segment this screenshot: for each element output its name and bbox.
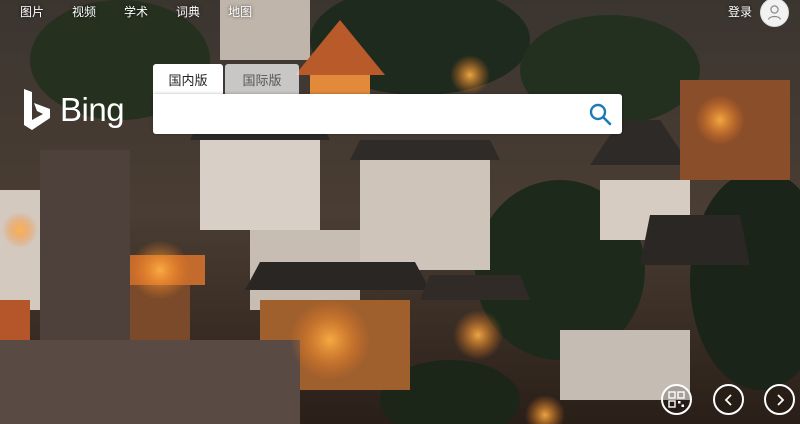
next-image-button[interactable] <box>764 384 795 415</box>
search-box <box>153 94 622 134</box>
user-icon <box>767 5 782 20</box>
search-button[interactable] <box>587 101 613 127</box>
nav-item-images[interactable]: 图片 <box>20 3 44 20</box>
background-image <box>0 0 800 424</box>
avatar[interactable] <box>760 0 789 27</box>
search-icon <box>589 103 612 126</box>
qr-code-icon <box>668 391 685 408</box>
nav-item-maps[interactable]: 地图 <box>228 3 252 20</box>
qr-code-button[interactable] <box>661 384 692 415</box>
chevron-left-icon <box>724 393 732 406</box>
nav-item-videos[interactable]: 视频 <box>72 3 96 20</box>
previous-image-button[interactable] <box>713 384 744 415</box>
tab-international[interactable]: 国际版 <box>225 64 299 94</box>
chevron-right-icon <box>776 393 784 406</box>
login-link[interactable]: 登录 <box>728 3 752 20</box>
bing-b-icon <box>24 89 50 130</box>
top-navigation: 图片 视频 学术 词典 地图 登录 <box>0 0 800 27</box>
nav-item-dictionary[interactable]: 词典 <box>176 3 200 20</box>
tab-domestic[interactable]: 国内版 <box>153 64 223 94</box>
logo-text: Bing <box>60 91 125 128</box>
bing-logo[interactable]: Bing <box>22 89 125 131</box>
nav-item-academic[interactable]: 学术 <box>124 3 148 20</box>
search-input[interactable] <box>163 100 577 130</box>
nav-links: 图片 视频 学术 词典 地图 <box>20 3 280 20</box>
